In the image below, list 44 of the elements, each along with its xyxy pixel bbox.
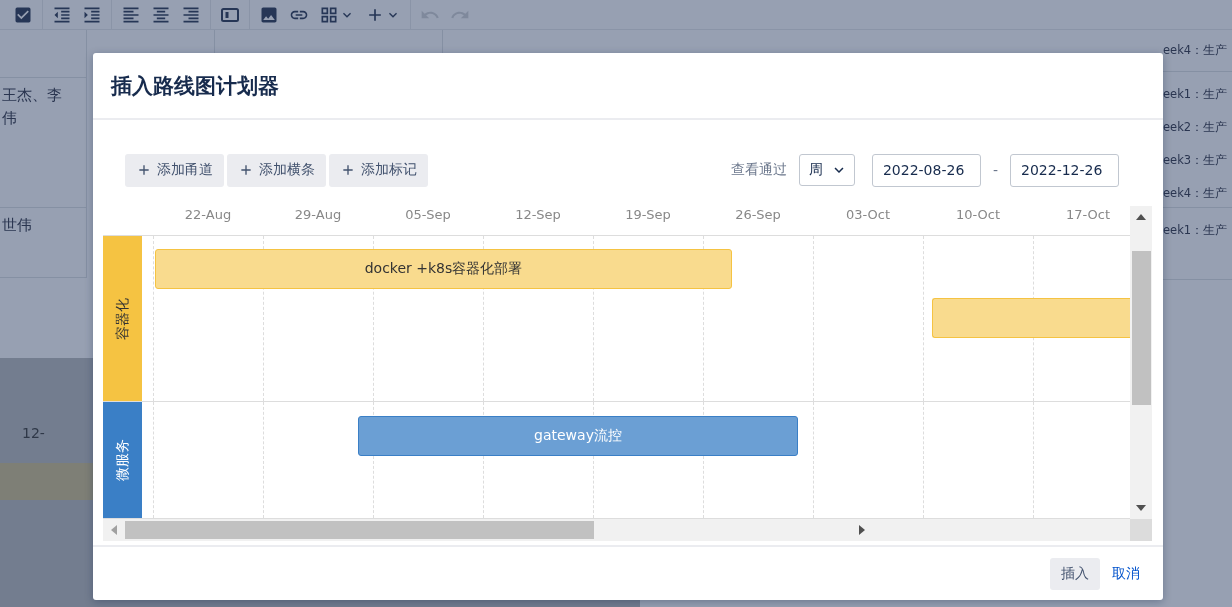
timeline-date: 29-Aug [294,207,342,224]
table-cell-text: 伟 [2,109,18,128]
scroll-right-icon[interactable] [859,525,865,535]
vertical-scrollbar[interactable] [1130,206,1152,519]
scrollbar-corner [1130,519,1152,541]
scrollbar-thumb[interactable] [125,521,594,539]
view-by-label: 查看通过 [730,161,787,179]
insert-button[interactable]: 插入 [1050,557,1100,590]
dialog-title: 插入路线图计划器 [111,72,279,100]
plus-icon [238,162,254,178]
add-button[interactable]: 添加标记 [329,153,428,187]
lane-label[interactable]: 微服务 [103,402,142,518]
table-cell-text: 世伟 [2,216,33,235]
timeline-date: 12-Sep [515,207,561,224]
view-by-select[interactable]: 周 [798,154,855,186]
horizontal-scrollbar[interactable] [103,519,1152,541]
timeline-date: 22-Aug [184,207,232,224]
timeline-date: 19-Sep [625,207,671,224]
date-separator: - [991,162,999,178]
cancel-link[interactable]: 取消 [1112,564,1140,583]
start-date-field[interactable]: 2022-08-26 [871,153,981,187]
scrollbar-thumb[interactable] [1131,251,1151,405]
timeline-date: 17-Oct [1065,207,1111,224]
table-cell-text: eek1：生产 [1163,222,1229,239]
table-cell-text: eek3：生产 [1163,152,1229,169]
table-cell-text: eek1：生产 [1163,86,1229,103]
timeline-date: 03-Oct [845,207,891,224]
add-button[interactable]: 添加横条 [227,153,326,187]
roadmap-bar[interactable]: docker +k8s容器化部署 [155,249,732,289]
plus-icon [340,162,356,178]
timeline-date: 26-Sep [735,207,781,224]
table-cell-text: eek2：生产 [1163,119,1229,136]
plus-icon [136,162,152,178]
timeline-date: 05-Sep [405,207,451,224]
scroll-up-icon[interactable] [1136,214,1146,220]
scroll-down-icon[interactable] [1136,505,1146,511]
table-cell-text: 王杰、李 [2,86,63,105]
lane-label[interactable]: 容器化 [103,236,142,401]
end-date-field[interactable]: 2022-12-26 [1010,153,1119,187]
table-cell-text: eek4：生产 [1163,42,1229,59]
timeline-date: 10-Oct [955,207,1001,224]
add-button[interactable]: 添加甬道 [125,153,224,187]
table-cell-text: 12- [21,425,46,441]
table-cell-text: eek4：生产 [1163,185,1229,202]
